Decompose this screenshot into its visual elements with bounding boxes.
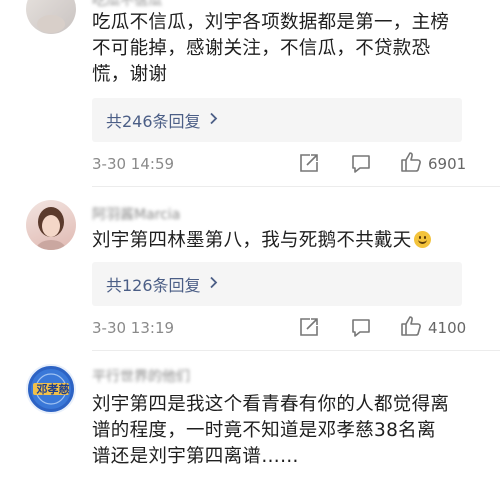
comment-meta: 3-30 14:59 6901: [92, 152, 472, 178]
comment-icon[interactable]: [350, 153, 372, 175]
replies-label: 共246条回复: [106, 112, 201, 131]
comment-line: 谱的程度，一时竟不知道是邓孝慈38名离: [92, 420, 436, 441]
divider: [92, 350, 500, 351]
replies-button[interactable]: 共126条回复: [92, 262, 462, 306]
replies-label: 共126条回复: [106, 276, 201, 295]
comment-icon[interactable]: [350, 317, 372, 339]
comment-line-text: 刘宇第四林墨第八，我与死鹅不共戴天: [92, 230, 412, 251]
comment-text: 刘宇第四林墨第八，我与死鹅不共戴天: [92, 228, 472, 254]
avatar[interactable]: 邓孝慈: [26, 364, 76, 414]
avatar-text: 邓孝慈: [36, 383, 70, 396]
comment-line: 不可能掉，感谢关注，不信瓜，不贷款恐: [92, 38, 431, 59]
comment-text: 吃瓜不信瓜，刘宇各项数据都是第一，主榜 不可能掉，感谢关注，不信瓜，不贷款恐 慌…: [92, 10, 472, 88]
thumbs-up-icon[interactable]: [399, 150, 423, 174]
share-icon[interactable]: [298, 316, 320, 338]
timestamp: 3-30 13:19: [92, 319, 175, 337]
username[interactable]: 平行世界的他们: [92, 366, 190, 386]
like-count: 4100: [428, 319, 467, 337]
avatar-image: [36, 207, 66, 250]
username[interactable]: 阿羽酱Marcia: [92, 204, 180, 224]
timestamp: 3-30 14:59: [92, 155, 175, 173]
comment-line: 谱还是刘宇第四离谱……: [92, 446, 299, 467]
smile-emoji: [413, 231, 431, 248]
comment-text: 刘宇第四是我这个看青春有你的人都觉得离 谱的程度，一时竟不知道是邓孝慈38名离 …: [92, 392, 472, 470]
divider: [92, 186, 500, 187]
thumbs-up-icon[interactable]: [399, 314, 423, 338]
comment-meta: 3-30 13:19 4100: [92, 316, 472, 342]
avatar-image: [37, 15, 65, 33]
avatar[interactable]: [26, 0, 76, 34]
share-icon[interactable]: [298, 152, 320, 174]
comment-line: 慌，谢谢: [92, 64, 168, 85]
comment-line: 刘宇第四林墨第八，我与死鹅不共戴天: [92, 228, 472, 254]
chevron-right-icon: [209, 276, 218, 293]
replies-button[interactable]: 共246条回复: [92, 98, 462, 142]
username[interactable]: 吃瓜不信瓜: [92, 0, 162, 10]
comment-line: 刘宇第四是我这个看青春有你的人都觉得离: [92, 394, 450, 415]
avatar[interactable]: [26, 200, 76, 250]
like-count: 6901: [428, 155, 467, 173]
chevron-right-icon: [209, 112, 218, 129]
comment-line: 吃瓜不信瓜，刘宇各项数据都是第一，主榜: [92, 12, 450, 33]
